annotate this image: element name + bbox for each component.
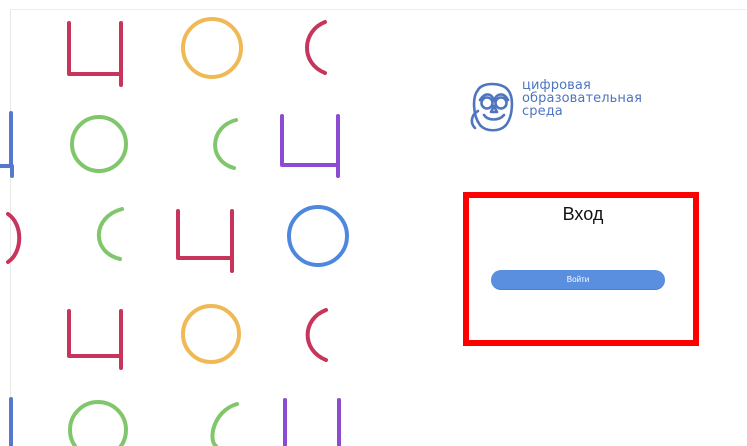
login-title: Вход bbox=[562, 204, 604, 224]
decorative-pattern-svg bbox=[0, 17, 349, 446]
decorative-es-mark bbox=[305, 20, 327, 75]
decorative-tse-mark bbox=[176, 209, 234, 273]
login-button[interactable]: Войти bbox=[491, 270, 665, 290]
decorative-es-mark bbox=[213, 118, 238, 170]
decorative-o-mark bbox=[287, 205, 349, 267]
decorative-es-mark bbox=[210, 402, 239, 446]
decorative-tse-mark bbox=[67, 309, 123, 370]
login-page: цифровая образовательная среда Вход Войт… bbox=[0, 0, 747, 446]
decorative-o-mark bbox=[181, 304, 241, 364]
decorative-es-mark bbox=[305, 308, 328, 362]
decorative-o-mark bbox=[6, 212, 22, 264]
decorative-letter-pattern bbox=[0, 0, 360, 446]
decorative-tse-mark bbox=[0, 111, 14, 178]
brand-logo: цифровая образовательная среда bbox=[470, 78, 700, 134]
decorative-es-mark bbox=[96, 207, 124, 261]
owl-logo-icon bbox=[470, 82, 514, 132]
decorative-tse-mark bbox=[280, 114, 340, 178]
brand-line: среда bbox=[522, 104, 563, 119]
decorative-o-mark bbox=[68, 400, 128, 446]
decorative-tse-mark bbox=[67, 21, 123, 87]
decorative-tse-mark bbox=[283, 398, 341, 446]
decorative-o-mark bbox=[70, 115, 128, 173]
decorative-o-mark bbox=[181, 17, 243, 79]
brand-name: цифровая образовательная среда bbox=[522, 79, 702, 118]
